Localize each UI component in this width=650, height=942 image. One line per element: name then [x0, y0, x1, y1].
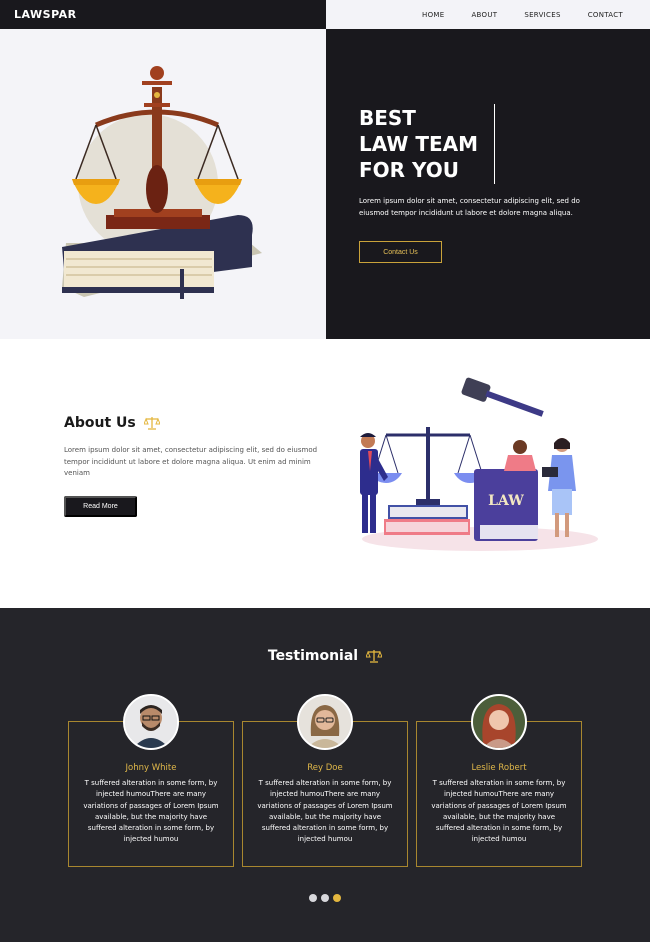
hero-illustration-panel — [0, 29, 326, 339]
hero-content-panel: BEST LAW TEAM FOR YOU Lorem ipsum dolor … — [326, 29, 650, 339]
nav-about[interactable]: ABOUT — [471, 11, 497, 19]
hero-title-line-1: BEST — [359, 106, 416, 130]
about-description: Lorem ipsum dolor sit amet, consectetur … — [64, 446, 318, 477]
testimonial-name: Johny White — [125, 763, 177, 773]
testimonial-title-text: Testimonial — [267, 648, 359, 664]
hero-divider — [494, 104, 495, 184]
avatar-woman-red-hair-icon — [473, 696, 525, 748]
nav-services[interactable]: SERVICES — [524, 11, 560, 19]
carousel-dot-3[interactable] — [333, 894, 341, 902]
about-title-text: About Us — [64, 415, 136, 431]
testimonial-name: Leslie Robert — [471, 763, 527, 773]
hero-title: BEST LAW TEAM FOR YOU — [359, 105, 499, 183]
hero-title-line-2: LAW TEAM — [359, 132, 479, 156]
testimonial-card-2: Rey Doe T suffered alteration in some fo… — [242, 694, 408, 867]
balance-scale-icon — [366, 650, 383, 663]
about-title: About Us — [64, 415, 160, 431]
avatar-man-glasses-icon — [125, 696, 177, 748]
read-more-button[interactable]: Read More — [64, 496, 137, 517]
testimonial-name: Rey Doe — [307, 763, 343, 773]
avatar — [471, 694, 527, 750]
testimonial-text: T suffered alteration in some form, by i… — [83, 779, 219, 844]
balance-scale-icon — [143, 417, 160, 430]
carousel-dot-1[interactable] — [309, 894, 317, 902]
testimonial-card-1: Johny White T suffered alteration in som… — [68, 694, 234, 867]
testimonial-title: Testimonial — [0, 648, 650, 664]
testimonial-card-3: Leslie Robert T suffered alteration in s… — [416, 694, 582, 867]
hero-title-line-3: FOR YOU — [359, 158, 460, 182]
carousel-dot-2[interactable] — [321, 894, 329, 902]
justice-scale-book-illustration — [62, 66, 262, 299]
testimonial-text: T suffered alteration in some form, by i… — [431, 779, 567, 844]
site-header: LAWSPAR HOME ABOUT SERVICES CONTACT — [0, 0, 650, 29]
avatar — [297, 694, 353, 750]
site-logo[interactable]: LAWSPAR — [14, 8, 77, 21]
testimonial-section: Testimonial Johny White T suffered alter… — [0, 608, 650, 942]
testimonial-text: T suffered alteration in some form, by i… — [257, 779, 393, 844]
nav-contact[interactable]: CONTACT — [588, 11, 623, 19]
lawyers-illustration: LAW — [360, 377, 598, 551]
nav-home[interactable]: HOME — [422, 11, 444, 19]
avatar — [123, 694, 179, 750]
contact-us-button[interactable]: Contact Us — [359, 241, 442, 263]
avatar-woman-glasses-icon — [299, 696, 351, 748]
hero-description: Lorem ipsum dolor sit amet, consectetur … — [359, 197, 580, 217]
main-nav: HOME ABOUT SERVICES CONTACT — [326, 0, 650, 29]
about-section: About Us Lorem ipsum dolor sit amet, con… — [0, 339, 650, 608]
law-book-label: LAW — [488, 493, 524, 509]
carousel-dots — [0, 894, 650, 902]
